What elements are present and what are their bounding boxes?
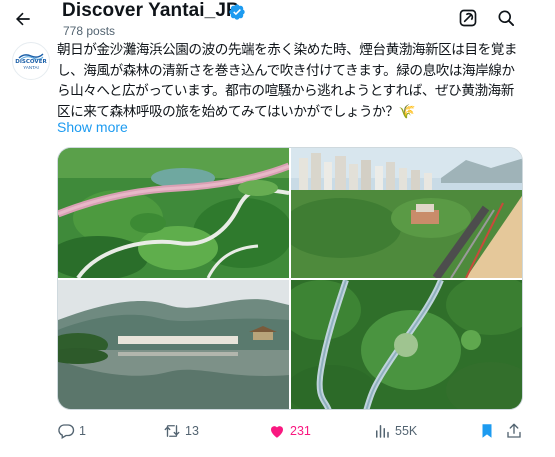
bookmark-button[interactable] <box>478 419 496 443</box>
tweet-text: 朝日が金沙灘海浜公園の波の先端を赤く染めた時、煙台黄渤海新区は目を覚まし、海風が… <box>57 42 518 120</box>
profile-name[interactable]: Discover Yantai_JP <box>62 0 239 22</box>
reply-count: 1 <box>79 424 86 438</box>
photo-city-coast[interactable] <box>291 148 522 278</box>
views-icon <box>376 425 389 438</box>
post-count: 778 posts <box>63 24 116 38</box>
show-more-link[interactable]: Show more <box>57 119 128 135</box>
share-button[interactable] <box>505 419 523 443</box>
profile-header: Discover Yantai_JP 778 posts <box>0 0 555 38</box>
reply-button[interactable]: 1 <box>57 419 86 443</box>
like-button[interactable]: 231 <box>268 419 311 443</box>
photo-lake-mountain[interactable] <box>58 280 289 409</box>
reply-icon <box>58 424 75 439</box>
views-count: 55K <box>395 424 418 438</box>
heart-icon <box>271 426 283 438</box>
avatar-label-2: YANTAI <box>23 64 39 70</box>
arrow-left-icon <box>16 12 30 26</box>
views-button[interactable]: 55K <box>373 419 417 443</box>
repost-icon <box>164 425 180 437</box>
verified-badge-icon <box>229 4 245 20</box>
avatar[interactable]: DISCOVER YANTAI <box>12 42 50 80</box>
share-icon <box>507 423 521 438</box>
search-icon <box>498 10 514 27</box>
back-button[interactable] <box>10 6 36 32</box>
media-grid <box>57 147 523 410</box>
grok-icon <box>459 9 477 27</box>
bookmark-icon <box>482 424 492 438</box>
photo-park-aerial[interactable] <box>58 148 289 278</box>
like-count: 231 <box>290 424 311 438</box>
action-bar: 1 13 231 55K <box>0 419 555 443</box>
grok-button[interactable] <box>456 6 480 30</box>
repost-count: 13 <box>185 424 199 438</box>
repost-button[interactable]: 13 <box>163 419 199 443</box>
photo-forest-skywalk[interactable] <box>291 280 522 409</box>
search-button[interactable] <box>494 6 518 30</box>
